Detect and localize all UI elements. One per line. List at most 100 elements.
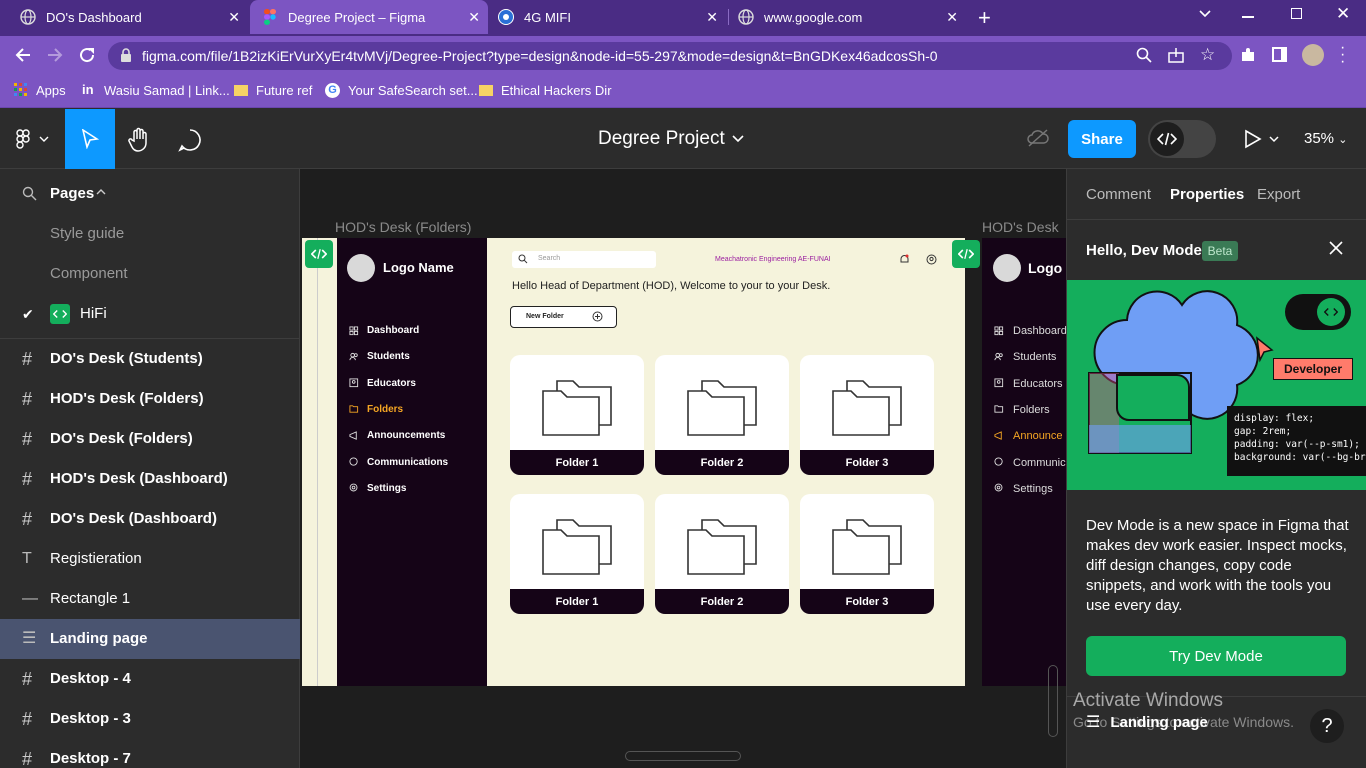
vertical-scrollbar[interactable] [1048, 665, 1058, 737]
share-button[interactable]: Share [1068, 120, 1136, 158]
dev-mode-toggle[interactable] [1148, 120, 1216, 158]
nav-item-folders[interactable]: Folders [994, 404, 1050, 416]
nav-item-announce[interactable]: Announce [994, 430, 1063, 442]
try-dev-mode-button[interactable]: Try Dev Mode [1086, 636, 1346, 676]
frame-label[interactable]: HOD's Desk (Folders) [335, 219, 471, 235]
frame-hods-desk-partial[interactable]: Logo Dashboard Students Educators Folders An… [982, 238, 1066, 686]
nav-item-educators[interactable]: Educators [994, 378, 1063, 390]
nav-item-dashboard[interactable]: Dashboard [994, 325, 1066, 337]
horizontal-scrollbar[interactable] [625, 751, 741, 761]
nav-item-folders[interactable]: Folders [349, 404, 403, 415]
bookmark-apps[interactable]: Apps [14, 82, 66, 98]
share-page-icon[interactable] [1168, 47, 1184, 63]
search-icon[interactable] [22, 186, 38, 202]
nav-item-dashboard[interactable]: Dashboard [349, 325, 419, 336]
restore-icon[interactable] [1291, 8, 1302, 19]
close-window-icon[interactable]: ✕ [1336, 4, 1350, 24]
extensions-icon[interactable] [1240, 47, 1256, 63]
bookmark-star-icon[interactable]: ☆ [1200, 45, 1215, 65]
figma-menu-icon[interactable] [16, 129, 50, 149]
page-item[interactable]: Style guide [0, 214, 300, 254]
comment-tool-icon[interactable] [178, 128, 202, 152]
folder-card[interactable]: Folder 2 [655, 355, 789, 475]
nav-item-educators[interactable]: Educators [349, 378, 416, 389]
layer-item[interactable]: # HOD's Desk (Dashboard) [0, 459, 300, 499]
tab-dos-dashboard[interactable]: DO's Dashboard ✕ [8, 0, 248, 34]
code-icon[interactable] [952, 240, 980, 268]
tab-google[interactable]: www.google.com ✕ [730, 0, 966, 34]
help-button[interactable]: ? [1310, 709, 1344, 743]
offline-cloud-icon[interactable] [1027, 128, 1049, 148]
folder-card[interactable]: Folder 1 [510, 355, 644, 475]
close-icon[interactable] [1328, 240, 1344, 256]
bookmark-safesearch[interactable]: G Your SafeSearch set... [325, 82, 478, 98]
close-tab-icon[interactable]: ✕ [706, 9, 718, 26]
bell-icon[interactable] [899, 254, 910, 265]
globe-icon [738, 9, 754, 25]
folder-card[interactable]: Folder 1 [510, 494, 644, 614]
lock-icon[interactable] [120, 48, 132, 63]
file-name[interactable]: Degree Project [598, 128, 725, 150]
layer-item[interactable]: # DO's Desk (Dashboard) [0, 499, 300, 539]
present-icon[interactable] [1244, 129, 1280, 149]
layer-item[interactable]: # Desktop - 4 [0, 659, 300, 699]
layer-item[interactable]: ☰ Landing page [0, 619, 300, 659]
close-tab-icon[interactable]: ✕ [468, 9, 480, 26]
tab-figma[interactable]: Degree Project – Figma ✕ [250, 0, 488, 34]
tab-4g-mifi[interactable]: 4G MIFI ✕ [490, 0, 726, 34]
search-input[interactable]: Search [512, 251, 656, 268]
new-folder-button[interactable]: New Folder [510, 306, 617, 328]
bookmark-future-ref[interactable]: Future ref [234, 82, 312, 98]
layer-item[interactable]: # DO's Desk (Students) [0, 339, 300, 379]
close-tab-icon[interactable]: ✕ [946, 9, 958, 26]
page-item-current[interactable]: ✔ HiFi [0, 294, 300, 334]
new-tab-icon[interactable]: + [978, 5, 991, 31]
layer-item[interactable]: # Desktop - 7 [0, 739, 300, 768]
zoom-level[interactable]: 35% ⌄ [1304, 130, 1347, 147]
bookmark-linkedin[interactable]: in Wasiu Samad | Link... [82, 82, 230, 98]
frame-hods-desk-folders[interactable]: Logo Name Dashboard Students Educators Fold… [302, 238, 965, 686]
zoom-page-icon[interactable] [1136, 47, 1152, 63]
pages-header[interactable]: Pages [0, 174, 300, 214]
nav-item-announcements[interactable]: Announcements [349, 430, 445, 441]
nav-item-communications[interactable]: Communications [349, 457, 448, 468]
bookmark-ethical-hackers[interactable]: Ethical Hackers Dir [479, 82, 612, 98]
page-item[interactable]: Component [0, 254, 300, 294]
more-icon[interactable]: · · · [1340, 40, 1345, 70]
layer-item[interactable]: # Desktop - 3 [0, 699, 300, 739]
canvas[interactable]: HOD's Desk (Folders) HOD's Desk ( Logo N… [300, 169, 1066, 768]
tab-comment[interactable]: Comment [1086, 186, 1151, 203]
chevron-down-icon[interactable] [732, 135, 744, 143]
folder-card[interactable]: Folder 3 [800, 355, 934, 475]
nav-item-students[interactable]: Students [349, 351, 410, 362]
profile-icon[interactable] [926, 254, 937, 265]
layer-item[interactable]: # DO's Desk (Folders) [0, 419, 300, 459]
avatar[interactable] [1302, 44, 1324, 66]
close-tab-icon[interactable]: ✕ [228, 9, 240, 26]
folder-card[interactable]: Folder 2 [655, 494, 789, 614]
layer-item[interactable]: T Registieration [0, 539, 300, 579]
url-text[interactable]: figma.com/file/1B2izKiErVurXyEr4tvMVj/De… [142, 48, 938, 64]
frame-icon: # [22, 709, 33, 729]
nav-item-communic[interactable]: Communic [994, 457, 1066, 469]
tab-properties[interactable]: Properties [1170, 186, 1244, 203]
tab-title: Degree Project – Figma [288, 9, 426, 25]
code-icon[interactable] [305, 240, 333, 268]
tab-export[interactable]: Export [1257, 186, 1300, 203]
layer-item[interactable]: — Rectangle 1 [0, 579, 300, 619]
side-panel-icon[interactable] [1272, 47, 1287, 62]
code-icon [50, 304, 70, 324]
nav-item-settings[interactable]: Settings [994, 483, 1053, 495]
hand-tool-icon[interactable] [128, 127, 152, 153]
reload-icon[interactable] [78, 46, 96, 64]
nav-item-students[interactable]: Students [994, 351, 1056, 363]
forward-icon[interactable] [46, 46, 64, 64]
tab-search-icon[interactable] [1198, 6, 1212, 20]
folder-card[interactable]: Folder 3 [800, 494, 934, 614]
minimize-icon[interactable] [1242, 16, 1254, 18]
layer-item[interactable]: # HOD's Desk (Folders) [0, 379, 300, 419]
move-tool-button[interactable] [65, 109, 115, 169]
nav-item-settings[interactable]: Settings [349, 483, 406, 494]
chevron-up-icon[interactable] [96, 188, 106, 195]
back-icon[interactable] [14, 46, 32, 64]
